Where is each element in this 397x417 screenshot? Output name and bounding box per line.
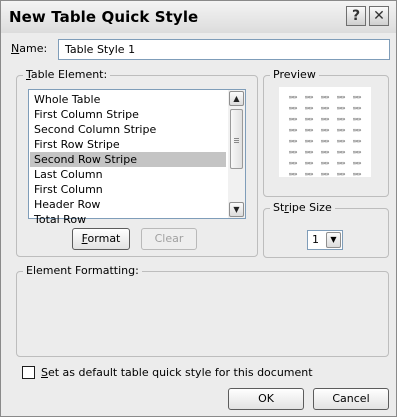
preview-cell: »»» [288, 105, 297, 112]
preview-cell: »»» [336, 105, 345, 112]
preview-cell: »»» [352, 105, 361, 112]
table-style-preview: »»» »»» »»» »»» »»» »»» »»» »»» »»» »»» »»» »»» »»» »… [279, 87, 371, 179]
triangle-down-icon: ▼ [233, 205, 240, 214]
preview-cell: »»» [320, 127, 329, 134]
stripe-size-value: 1 [312, 233, 319, 246]
preview-cell: »»» [304, 138, 313, 145]
preview-cell: »»» [352, 149, 361, 156]
preview-cell: »»» [320, 171, 329, 178]
scroll-up-button[interactable]: ▲ [229, 91, 244, 106]
preview-cell: »»» [352, 94, 361, 101]
preview-cell: »»» [288, 138, 297, 145]
preview-cell: »»» [288, 127, 297, 134]
element-formatting-label: Element Formatting: [23, 264, 142, 277]
preview-cell: »»» [304, 105, 313, 112]
preview-cell: »»» [320, 105, 329, 112]
listbox-scrollbar[interactable]: ▲ ▼ [228, 90, 245, 218]
element-formatting-group: Element Formatting: [16, 264, 389, 357]
cancel-button[interactable]: Cancel [313, 388, 389, 410]
dialog-window: New Table Quick Style ? ✕ Name: Table St… [0, 0, 397, 417]
preview-cell: »»» [336, 138, 345, 145]
preview-cell: »»» [336, 127, 345, 134]
preview-cell: »»» [352, 171, 361, 178]
preview-cell: »»» [304, 171, 313, 178]
format-button[interactable]: Format [72, 228, 130, 250]
set-default-checkbox[interactable] [22, 366, 35, 379]
scroll-thumb[interactable] [230, 109, 243, 169]
table-element-listbox[interactable]: Whole Table First Column Stripe Second Col… [28, 89, 246, 226]
preview-cell: »»» [320, 160, 329, 167]
table-element-label: Table Element: [23, 68, 111, 81]
preview-cell: »»» [336, 149, 345, 156]
help-button[interactable]: ? [346, 6, 366, 26]
preview-cell: »»» [304, 149, 313, 156]
preview-cell: »»» [288, 149, 297, 156]
preview-cell: »»» [352, 127, 361, 134]
preview-cell: »»» [288, 116, 297, 123]
window-title: New Table Quick Style [9, 8, 199, 26]
title-bar[interactable]: New Table Quick Style ? ✕ [1, 1, 396, 33]
preview-cells: »»» »»» »»» »»» »»» »»» »»» »»» »»» »»» »»» »»» »»» »… [286, 93, 364, 179]
list-item[interactable]: Header Row [30, 197, 226, 212]
list-item[interactable]: First Column Stripe [30, 107, 226, 122]
question-icon: ? [351, 8, 361, 24]
preview-cell: »»» [320, 94, 329, 101]
close-icon: ✕ [373, 8, 385, 24]
table-element-items: Whole Table First Column Stripe Second Col… [30, 92, 226, 227]
name-input[interactable]: Table Style 1 [58, 39, 390, 60]
chevron-down-icon: ▼ [330, 235, 337, 244]
grip-icon [234, 138, 239, 139]
list-item[interactable]: Whole Table [30, 92, 226, 107]
preview-cell: »»» [304, 116, 313, 123]
preview-cell: »»» [336, 171, 345, 178]
preview-cell: »»» [320, 116, 329, 123]
preview-cell: »»» [336, 94, 345, 101]
preview-label: Preview [270, 68, 319, 81]
preview-cell: »»» [320, 138, 329, 145]
stripe-size-select[interactable]: 1 ▼ [307, 230, 343, 250]
scroll-down-button[interactable]: ▼ [229, 202, 244, 217]
close-button[interactable]: ✕ [369, 6, 389, 26]
stripe-size-label: Stripe Size [270, 201, 335, 214]
preview-cell: »»» [288, 94, 297, 101]
preview-cell: »»» [336, 160, 345, 167]
preview-cell: »»» [288, 171, 297, 178]
preview-cell: »»» [304, 94, 313, 101]
list-item[interactable]: Second Row Stripe [30, 152, 226, 167]
preview-cell: »»» [320, 149, 329, 156]
preview-cell: »»» [288, 160, 297, 167]
list-item[interactable]: First Column [30, 182, 226, 197]
preview-cell: »»» [352, 138, 361, 145]
list-item[interactable]: First Row Stripe [30, 137, 226, 152]
name-label: Name: [11, 42, 48, 55]
preview-cell: »»» [304, 160, 313, 167]
clear-button[interactable]: Clear [141, 228, 197, 250]
list-item[interactable]: Total Row [30, 212, 226, 227]
set-default-label[interactable]: Set as default table quick style for thi… [41, 366, 313, 379]
list-item[interactable]: Last Column [30, 167, 226, 182]
preview-cell: »»» [304, 127, 313, 134]
preview-cell: »»» [352, 116, 361, 123]
stripe-size-dropdown-button[interactable]: ▼ [326, 232, 341, 248]
ok-button[interactable]: OK [228, 388, 304, 410]
list-item[interactable]: Second Column Stripe [30, 122, 226, 137]
preview-cell: »»» [336, 116, 345, 123]
preview-cell: »»» [352, 160, 361, 167]
triangle-up-icon: ▲ [233, 94, 240, 103]
